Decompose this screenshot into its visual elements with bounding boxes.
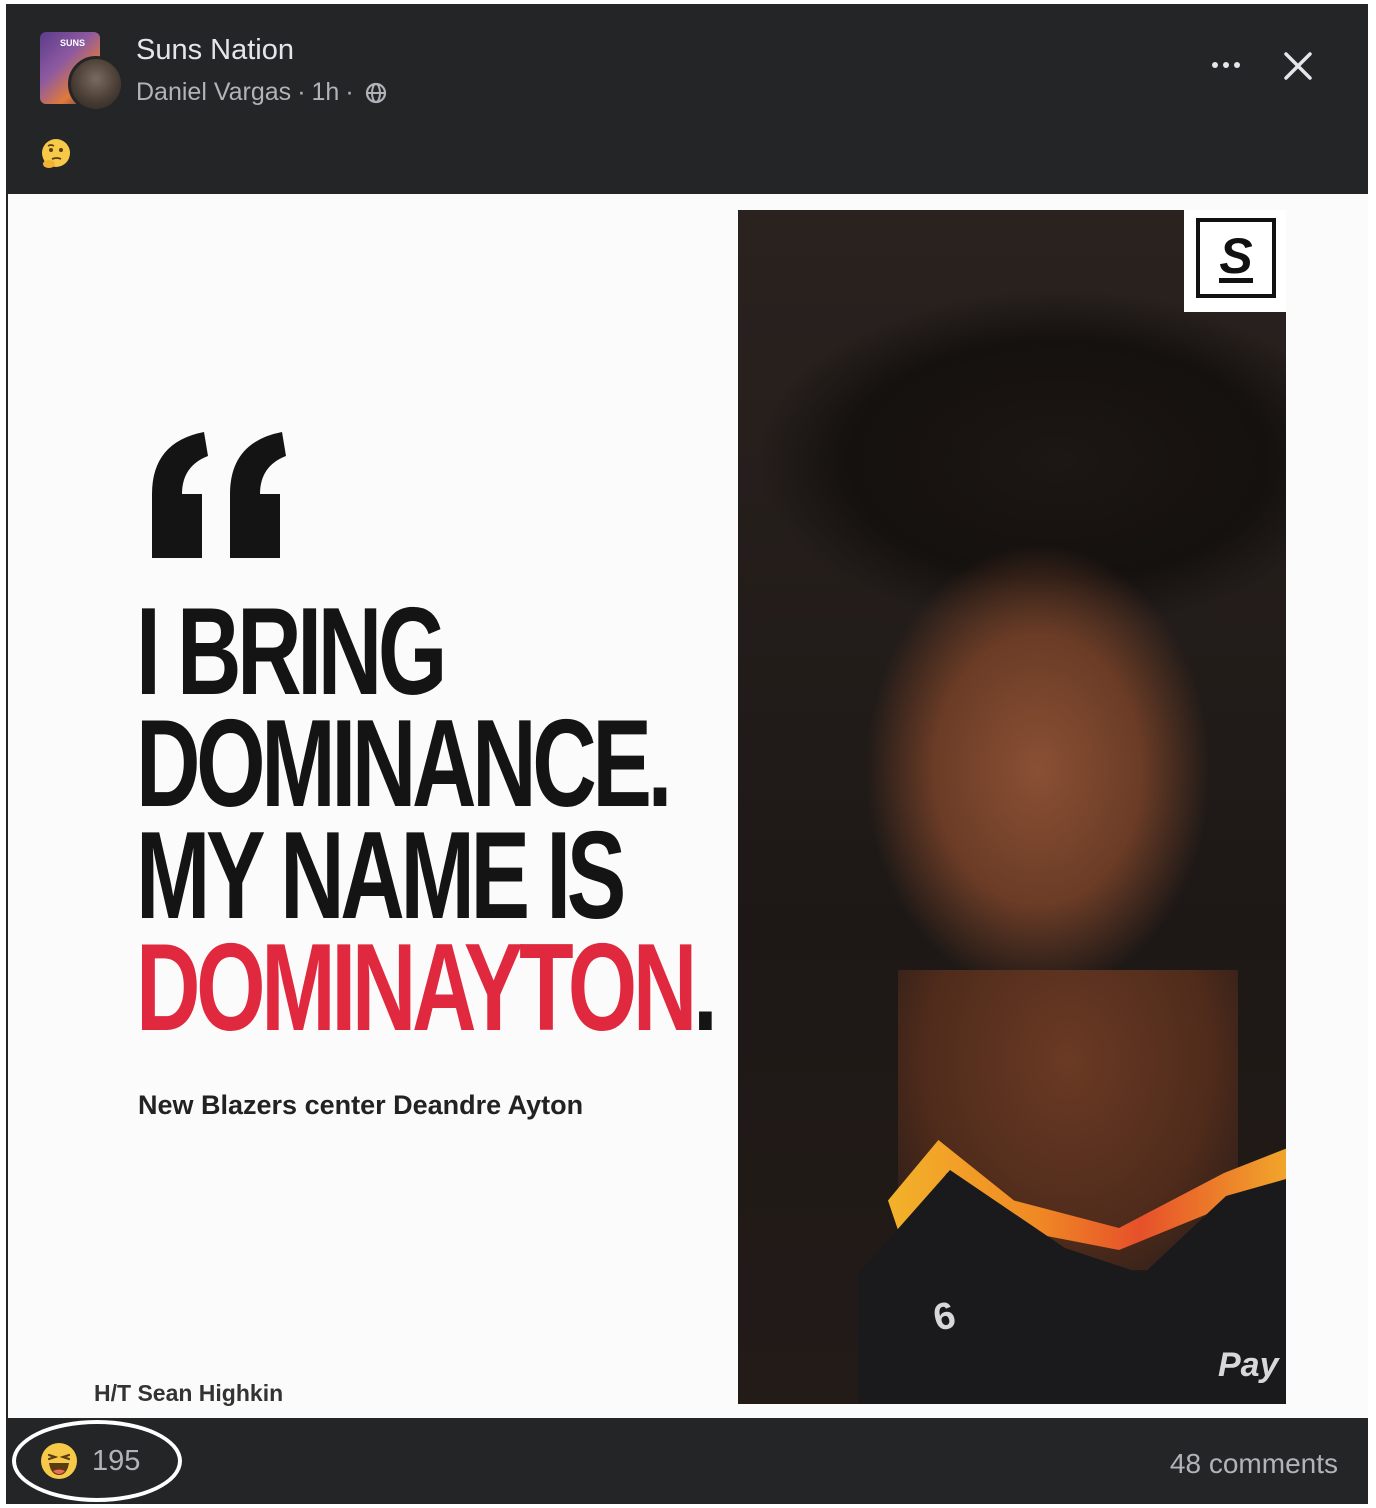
headline-line-4: DOMINAYTON. <box>136 926 718 1050</box>
headline-period: . <box>693 919 718 1057</box>
author-avatar[interactable] <box>68 56 124 112</box>
meta-separator: · <box>297 78 306 106</box>
quote-mark-icon <box>152 432 286 558</box>
quote-headline: I BRING DOMINANCE. MY NAME IS DOMINAYTON… <box>136 583 718 1050</box>
globe-icon <box>365 82 386 103</box>
group-name[interactable]: Suns Nation <box>136 34 294 67</box>
meta-separator-2: · <box>345 78 354 106</box>
group-avatar[interactable]: SUNS <box>38 30 124 112</box>
quote-attribution: New Blazers center Deandre Ayton <box>138 1090 584 1120</box>
comments-count-link[interactable]: 48 comments <box>1170 1448 1338 1480</box>
image-credit: H/T Sean Highkin <box>94 1380 284 1406</box>
headline-highlight: DOMINAYTON <box>136 919 697 1057</box>
headline-line-1: I BRING <box>136 583 447 721</box>
headline-line-3: MY NAME IS <box>136 807 626 945</box>
post-timestamp[interactable]: 1h <box>312 78 340 107</box>
logo-letter: S <box>1219 227 1253 284</box>
team-logo-icon: SUNS <box>60 38 86 48</box>
haha-icon <box>41 1443 77 1479</box>
publisher-logo-icon: S <box>1196 218 1276 298</box>
player-photo: 6 Pay <box>738 210 1286 1404</box>
post-meta: Daniel Vargas · 1h · <box>136 78 388 107</box>
more-options-icon[interactable] <box>1206 50 1246 80</box>
post-header: SUNS Suns Nation Daniel Vargas · 1h · <box>6 4 1368 194</box>
post-footer: 195 48 comments <box>6 1418 1368 1504</box>
jersey-sponsor: Pay <box>1218 1346 1279 1384</box>
thinking-face-icon <box>42 139 70 168</box>
close-icon[interactable] <box>1278 46 1318 86</box>
post-dialog: SUNS Suns Nation Daniel Vargas · 1h · I … <box>6 4 1368 1504</box>
headline-line-2: DOMINANCE. <box>136 695 672 833</box>
reactions-summary[interactable]: 195 <box>40 1442 140 1480</box>
author-name[interactable]: Daniel Vargas <box>136 78 291 107</box>
post-image[interactable]: I BRING DOMINANCE. MY NAME IS DOMINAYTON… <box>8 194 1368 1418</box>
reaction-count: 195 <box>92 1444 141 1477</box>
